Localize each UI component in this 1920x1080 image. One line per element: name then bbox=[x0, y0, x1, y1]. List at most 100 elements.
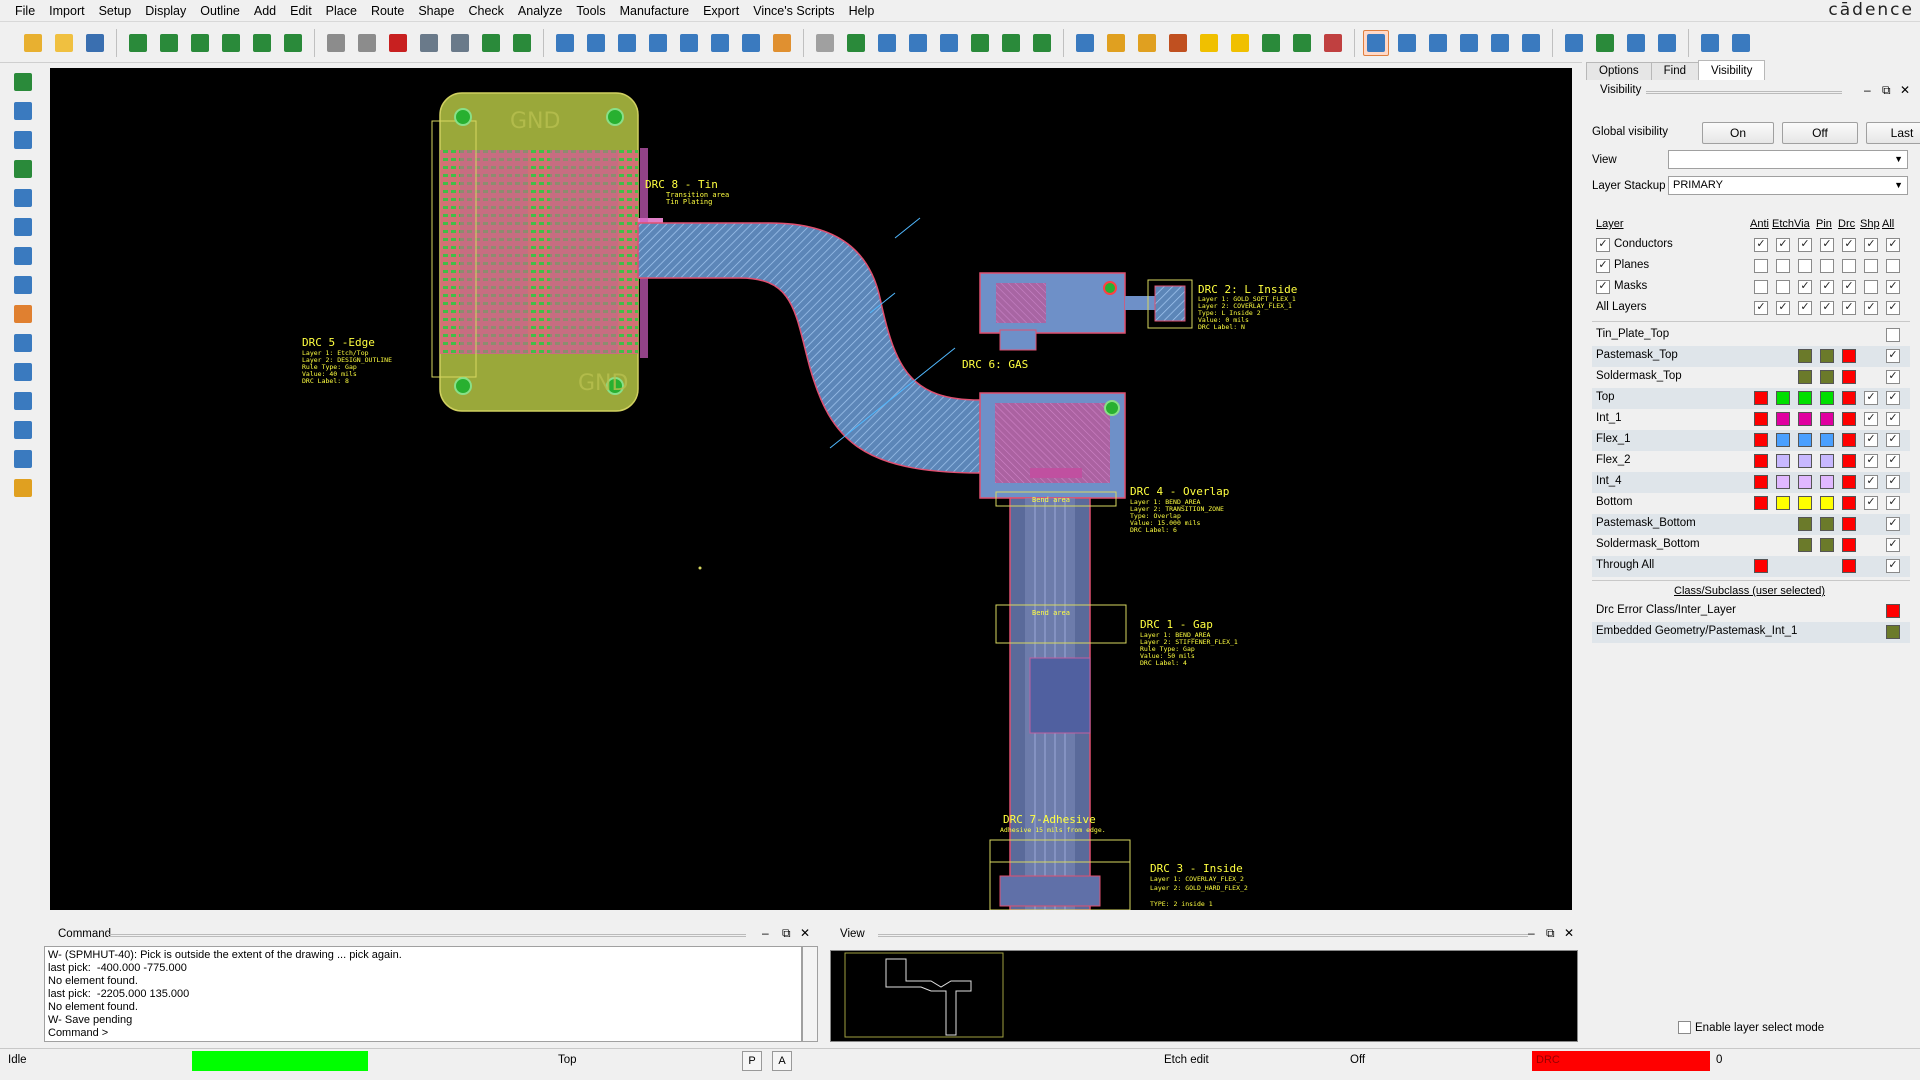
visibility-checkbox[interactable]: ✓ bbox=[1886, 496, 1900, 510]
view-drag-handle[interactable] bbox=[878, 934, 1528, 937]
visibility-checkbox[interactable]: ✓ bbox=[1776, 238, 1790, 252]
toolbar-tool-icon[interactable] bbox=[280, 30, 306, 56]
global-off-button[interactable]: Off bbox=[1782, 122, 1858, 144]
group-checkbox[interactable]: ✓ bbox=[1596, 238, 1610, 252]
visibility-checkbox[interactable]: ✓ bbox=[1886, 301, 1900, 315]
left-tool-icon[interactable] bbox=[11, 128, 35, 152]
toolbar-tool-icon[interactable] bbox=[478, 30, 504, 56]
visibility-checkbox[interactable] bbox=[1754, 280, 1768, 294]
left-tool-icon[interactable] bbox=[11, 389, 35, 413]
close-icon[interactable]: ✕ bbox=[1564, 926, 1574, 940]
toolbar-tool-icon[interactable] bbox=[218, 30, 244, 56]
visibility-checkbox[interactable]: ✓ bbox=[1864, 496, 1878, 510]
global-last-button[interactable]: Last bbox=[1866, 122, 1920, 144]
close-icon[interactable]: ✕ bbox=[1900, 83, 1910, 97]
toolbar-tool-icon[interactable] bbox=[614, 30, 640, 56]
toolbar-tool-icon[interactable] bbox=[1320, 30, 1346, 56]
toolbar-tool-icon[interactable] bbox=[738, 30, 764, 56]
toolbar-tool-icon[interactable] bbox=[769, 30, 795, 56]
group-checkbox[interactable]: ✓ bbox=[1596, 280, 1610, 294]
view-dropdown[interactable]: ▼ bbox=[1668, 150, 1908, 169]
layer-color-swatch[interactable] bbox=[1842, 475, 1856, 489]
visibility-checkbox[interactable] bbox=[1864, 280, 1878, 294]
visibility-checkbox[interactable]: ✓ bbox=[1864, 475, 1878, 489]
float-icon[interactable]: ⧉ bbox=[1882, 83, 1891, 98]
visibility-checkbox[interactable]: ✓ bbox=[1754, 238, 1768, 252]
menu-item-outline[interactable]: Outline bbox=[193, 0, 247, 22]
visibility-checkbox[interactable] bbox=[1776, 259, 1790, 273]
menu-item-export[interactable]: Export bbox=[696, 0, 746, 22]
toolbar-tool-icon[interactable] bbox=[707, 30, 733, 56]
toolbar-tool-icon[interactable] bbox=[509, 30, 535, 56]
left-tool-icon[interactable] bbox=[11, 447, 35, 471]
layer-row[interactable]: Pastemask_Top ✓ bbox=[1592, 346, 1910, 367]
toolbar-tool-icon[interactable] bbox=[676, 30, 702, 56]
visibility-checkbox[interactable] bbox=[1842, 259, 1856, 273]
toolbar-tool-icon[interactable] bbox=[323, 30, 349, 56]
layer-color-swatch[interactable] bbox=[1842, 391, 1856, 405]
layer-color-swatch[interactable] bbox=[1842, 412, 1856, 426]
visibility-checkbox[interactable]: ✓ bbox=[1886, 349, 1900, 363]
command-drag-handle[interactable] bbox=[108, 934, 746, 937]
visibility-checkbox[interactable]: ✓ bbox=[1776, 301, 1790, 315]
layer-color-swatch[interactable] bbox=[1776, 391, 1790, 405]
toolbar-tool-icon[interactable] bbox=[1518, 30, 1544, 56]
left-tool-icon[interactable] bbox=[11, 157, 35, 181]
visibility-checkbox[interactable] bbox=[1820, 259, 1834, 273]
visibility-checkbox[interactable]: ✓ bbox=[1886, 433, 1900, 447]
toolbar-tool-icon[interactable] bbox=[583, 30, 609, 56]
menu-item-tools[interactable]: Tools bbox=[569, 0, 612, 22]
left-tool-icon[interactable] bbox=[11, 302, 35, 326]
visibility-checkbox[interactable] bbox=[1776, 280, 1790, 294]
visibility-checkbox[interactable]: ✓ bbox=[1820, 280, 1834, 294]
toolbar-tool-icon[interactable] bbox=[1258, 30, 1284, 56]
layer-color-swatch[interactable] bbox=[1754, 433, 1768, 447]
command-console[interactable]: W- (SPMHUT-40): Pick is outside the exte… bbox=[44, 946, 802, 1042]
layer-color-swatch[interactable] bbox=[1842, 538, 1856, 552]
toolbar-tool-icon[interactable] bbox=[998, 30, 1024, 56]
toolbar-tool-icon[interactable] bbox=[1697, 30, 1723, 56]
design-canvas[interactable]: GND GND DRC 8 - Tin Transition area Tin … bbox=[50, 68, 1572, 910]
menu-item-vince-s-scripts[interactable]: Vince's Scripts bbox=[746, 0, 841, 22]
toolbar-tool-icon[interactable] bbox=[1654, 30, 1680, 56]
toolbar-tool-icon[interactable] bbox=[812, 30, 838, 56]
visibility-checkbox[interactable]: ✓ bbox=[1886, 238, 1900, 252]
menu-item-shape[interactable]: Shape bbox=[411, 0, 461, 22]
visibility-checkbox[interactable]: ✓ bbox=[1864, 301, 1878, 315]
layer-color-swatch[interactable] bbox=[1798, 433, 1812, 447]
command-scrollbar[interactable] bbox=[802, 946, 818, 1042]
toolbar-tool-icon[interactable] bbox=[20, 30, 46, 56]
toolbar-tool-icon[interactable] bbox=[354, 30, 380, 56]
left-tool-icon[interactable] bbox=[11, 70, 35, 94]
enable-layer-select-mode[interactable]: Enable layer select mode bbox=[1678, 1021, 1824, 1034]
visibility-checkbox[interactable]: ✓ bbox=[1842, 301, 1856, 315]
toolbar-tool-icon[interactable] bbox=[1456, 30, 1482, 56]
layer-color-swatch[interactable] bbox=[1754, 475, 1768, 489]
tab-options[interactable]: Options bbox=[1586, 62, 1652, 80]
left-tool-icon[interactable] bbox=[11, 476, 35, 500]
visibility-checkbox[interactable]: ✓ bbox=[1886, 538, 1900, 552]
layer-color-swatch[interactable] bbox=[1754, 412, 1768, 426]
toolbar-tool-icon[interactable] bbox=[1103, 30, 1129, 56]
left-tool-icon[interactable] bbox=[11, 418, 35, 442]
layer-color-swatch[interactable] bbox=[1754, 559, 1768, 573]
layer-row[interactable]: Bottom ✓ ✓ bbox=[1592, 493, 1910, 514]
layer-color-swatch[interactable] bbox=[1820, 454, 1834, 468]
toolbar-tool-icon[interactable] bbox=[156, 30, 182, 56]
layer-row[interactable]: Int_1 ✓ ✓ bbox=[1592, 409, 1910, 430]
layer-color-swatch[interactable] bbox=[1842, 517, 1856, 531]
toolbar-tool-icon[interactable] bbox=[1072, 30, 1098, 56]
visibility-checkbox[interactable] bbox=[1864, 259, 1878, 273]
visibility-checkbox[interactable]: ✓ bbox=[1886, 454, 1900, 468]
visibility-checkbox[interactable]: ✓ bbox=[1886, 517, 1900, 531]
layer-row[interactable]: Top ✓ ✓ bbox=[1592, 388, 1910, 409]
tab-find[interactable]: Find bbox=[1650, 62, 1700, 80]
layer-row[interactable]: Tin_Plate_Top bbox=[1592, 325, 1910, 346]
menu-item-display[interactable]: Display bbox=[138, 0, 193, 22]
menu-item-analyze[interactable]: Analyze bbox=[511, 0, 569, 22]
tab-visibility[interactable]: Visibility bbox=[1698, 60, 1766, 80]
toolbar-tool-icon[interactable] bbox=[645, 30, 671, 56]
world-view-canvas[interactable] bbox=[830, 950, 1578, 1042]
layer-color-swatch[interactable] bbox=[1820, 538, 1834, 552]
toolbar-tool-icon[interactable] bbox=[1363, 29, 1389, 56]
